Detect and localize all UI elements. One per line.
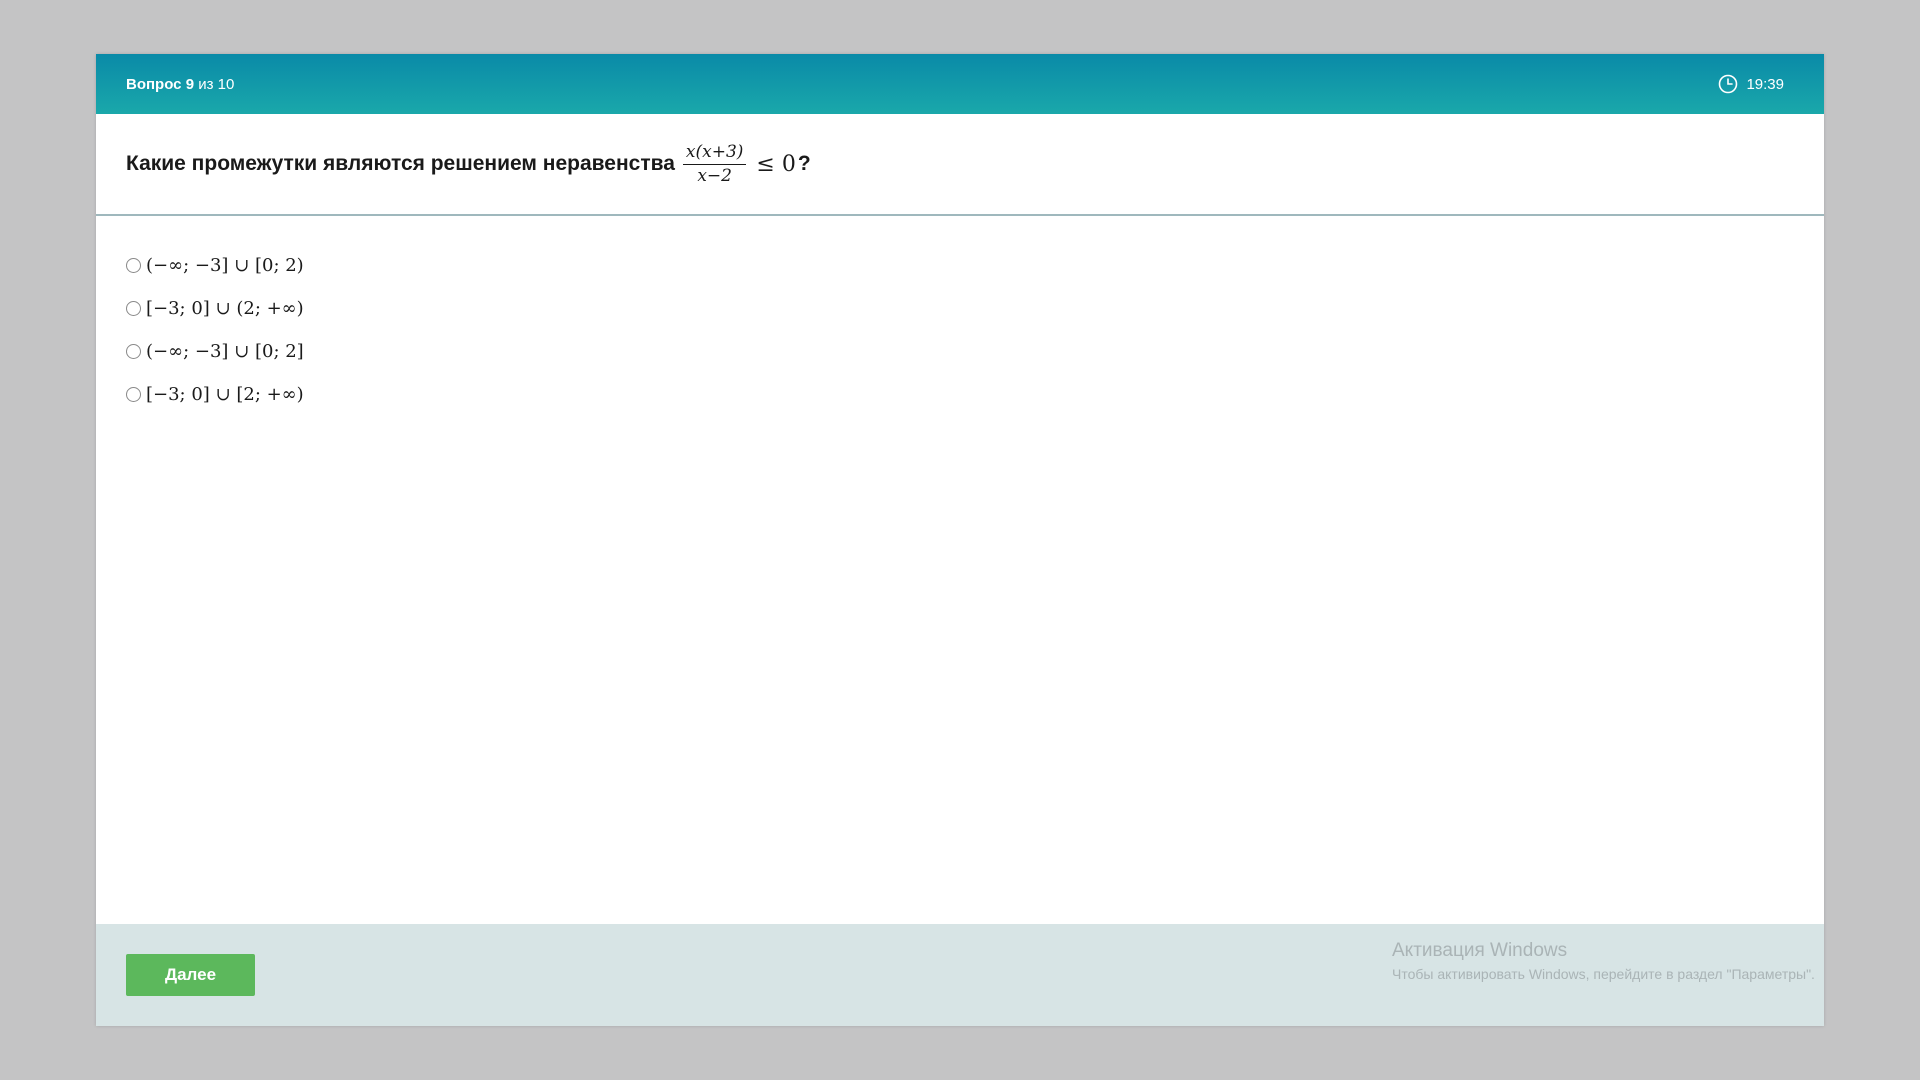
radio-button[interactable] xyxy=(126,258,141,273)
inequality-rhs: ≤ 0 xyxy=(756,151,796,177)
answer-options: (−∞; −3] ∪ [0; 2) [−3; 0] ∪ (2; +∞) (−∞;… xyxy=(96,216,1824,416)
answer-option-2[interactable]: [−3; 0] ∪ (2; +∞) xyxy=(126,287,1794,330)
radio-button[interactable] xyxy=(126,301,141,316)
quiz-card: Вопрос 9 из 10 19:39 Какие промежутки яв… xyxy=(96,54,1824,1026)
answer-option-3[interactable]: (−∞; −3] ∪ [0; 2] xyxy=(126,330,1794,373)
question-total: из 10 xyxy=(198,75,235,93)
question-prompt: Какие промежутки являются решением нерав… xyxy=(126,152,675,175)
next-button[interactable]: Далее xyxy=(126,954,255,996)
answer-label: [−3; 0] ∪ [2; +∞) xyxy=(146,384,304,405)
clock-icon xyxy=(1718,74,1738,94)
timer-value: 19:39 xyxy=(1746,75,1784,93)
quiz-header: Вопрос 9 из 10 19:39 xyxy=(96,54,1824,114)
watermark-title: Активация Windows xyxy=(1392,940,1568,961)
question-block: Какие промежутки являются решением нерав… xyxy=(96,114,1824,216)
inequality-formula: x(x+3) x−2 ≤ 0 xyxy=(682,143,796,186)
question-number: Вопрос 9 xyxy=(126,75,195,93)
watermark-subtitle: Чтобы активировать Windows, перейдите в … xyxy=(1392,966,1815,982)
question-text: Какие промежутки являются решением нерав… xyxy=(126,143,811,185)
radio-button[interactable] xyxy=(126,387,141,402)
answer-label: [−3; 0] ∪ (2; +∞) xyxy=(146,298,304,319)
fraction-numerator: x(x+3) xyxy=(682,143,747,165)
windows-activation-watermark: Активация Windows Чтобы активировать Win… xyxy=(1392,940,1815,982)
answer-option-4[interactable]: [−3; 0] ∪ [2; +∞) xyxy=(126,373,1794,416)
answer-option-1[interactable]: (−∞; −3] ∪ [0; 2) xyxy=(126,244,1794,287)
answer-label: (−∞; −3] ∪ [0; 2] xyxy=(146,341,304,362)
answer-label: (−∞; −3] ∪ [0; 2) xyxy=(146,255,304,276)
timer: 19:39 xyxy=(1718,74,1784,94)
fraction: x(x+3) x−2 xyxy=(682,143,747,186)
fraction-denominator: x−2 xyxy=(697,165,732,186)
radio-button[interactable] xyxy=(126,344,141,359)
question-mark: ? xyxy=(797,152,811,175)
question-counter: Вопрос 9 из 10 xyxy=(126,76,234,93)
